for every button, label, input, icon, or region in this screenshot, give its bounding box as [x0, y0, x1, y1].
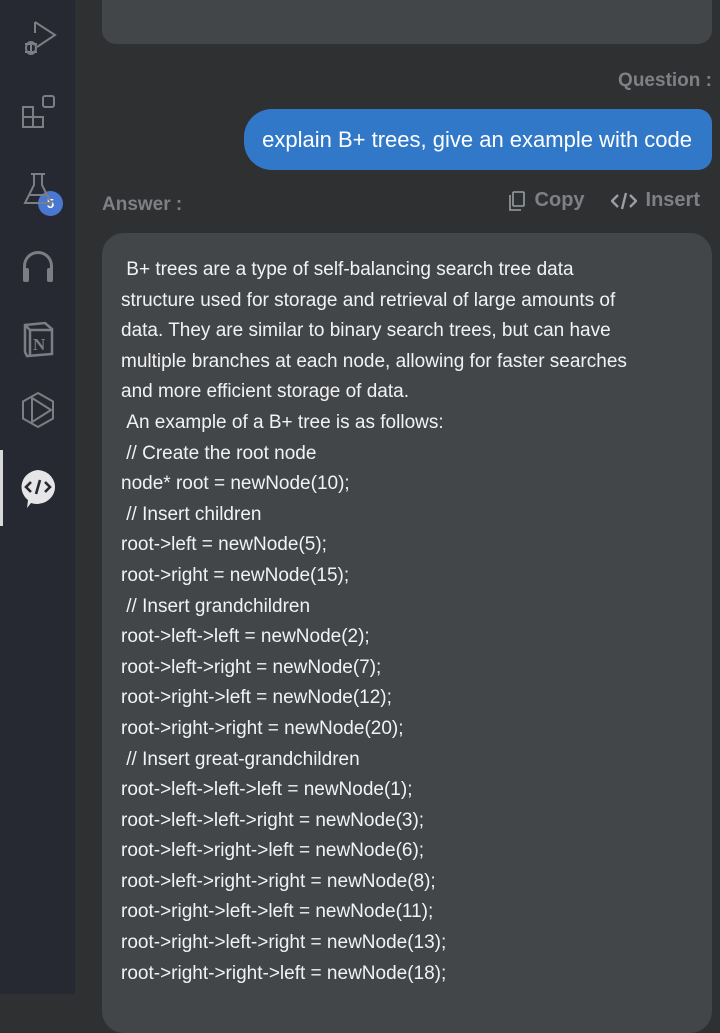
- insert-label: Insert: [645, 189, 700, 211]
- answer-line: multiple branches at each node, allowing…: [121, 350, 627, 372]
- answer-line: B+ trees are a type of self-balancing se…: [121, 259, 574, 280]
- answer-line: root->left->left = newNode(2);: [121, 626, 370, 648]
- activity-bar: 5 N: [0, 0, 75, 994]
- answer-line: root->right = newNode(15);: [121, 564, 350, 586]
- answer-line: root->left->left->right = newNode(3);: [121, 809, 425, 831]
- answer-line: structure used for storage and retrieval…: [121, 289, 616, 311]
- answer-line: root->left->right = newNode(7);: [121, 656, 382, 678]
- answer-line: root->left->right->left = newNode(6);: [121, 840, 425, 862]
- extensions-icon: [21, 95, 55, 128]
- testing-flask-icon: [22, 173, 53, 204]
- answer-line: // Insert great-grandchildren: [121, 748, 360, 770]
- answer-line: root->right->right = newNode(20);: [121, 717, 404, 739]
- run-debug-icon: [24, 21, 57, 55]
- copy-label: Copy: [534, 189, 585, 211]
- video-button[interactable]: [0, 380, 75, 440]
- answer-line: // Insert grandchildren: [121, 595, 311, 617]
- question-bubble: explain B+ trees, give an example with c…: [244, 109, 712, 170]
- code-chat-button[interactable]: [0, 458, 75, 518]
- copy-icon: [508, 190, 525, 211]
- answer-label: Answer :: [102, 194, 183, 215]
- play-hexagon-icon: [21, 391, 54, 429]
- answer-line: root->left = newNode(5);: [121, 534, 327, 556]
- answer-line: root->left->right->right = newNode(8);: [121, 870, 436, 892]
- audio-button[interactable]: [0, 235, 75, 295]
- answer-line: An example of a B+ tree is as follows:: [121, 411, 444, 433]
- notion-button[interactable]: N: [0, 308, 75, 368]
- answer-line: root->right->left->left = newNode(11);: [121, 901, 434, 923]
- copy-button[interactable]: Copy: [508, 189, 585, 212]
- previous-message: [102, 0, 712, 44]
- answer-line: and more efficient storage of data.: [121, 381, 409, 403]
- notion-icon: N: [23, 321, 53, 358]
- headphones-icon: [22, 251, 53, 282]
- answer-line: node* root = newNode(10);: [121, 473, 350, 495]
- run-debug-button[interactable]: [0, 8, 75, 68]
- code-icon: [610, 192, 637, 209]
- answer-line: data. They are similar to binary search …: [121, 320, 611, 342]
- extensions-button[interactable]: 5: [0, 80, 75, 216]
- code-chat-icon: [21, 470, 55, 508]
- answer-line: root->left->left->left = newNode(1);: [121, 779, 413, 801]
- answer-content: B+ trees are a type of self-balancing se…: [102, 233, 712, 1033]
- svg-text:N: N: [33, 335, 46, 354]
- answer-line: root->right->left->right = newNode(13);: [121, 932, 447, 954]
- answer-line: root->right->left = newNode(12);: [121, 687, 392, 709]
- insert-button[interactable]: Insert: [610, 189, 700, 212]
- answer-line: root->right->right->left = newNode(18);: [121, 962, 447, 984]
- testing-button[interactable]: [0, 158, 75, 218]
- answer-line: // Insert children: [121, 503, 262, 525]
- answer-line: // Create the root node: [121, 442, 317, 464]
- question-label: Question :: [618, 70, 712, 91]
